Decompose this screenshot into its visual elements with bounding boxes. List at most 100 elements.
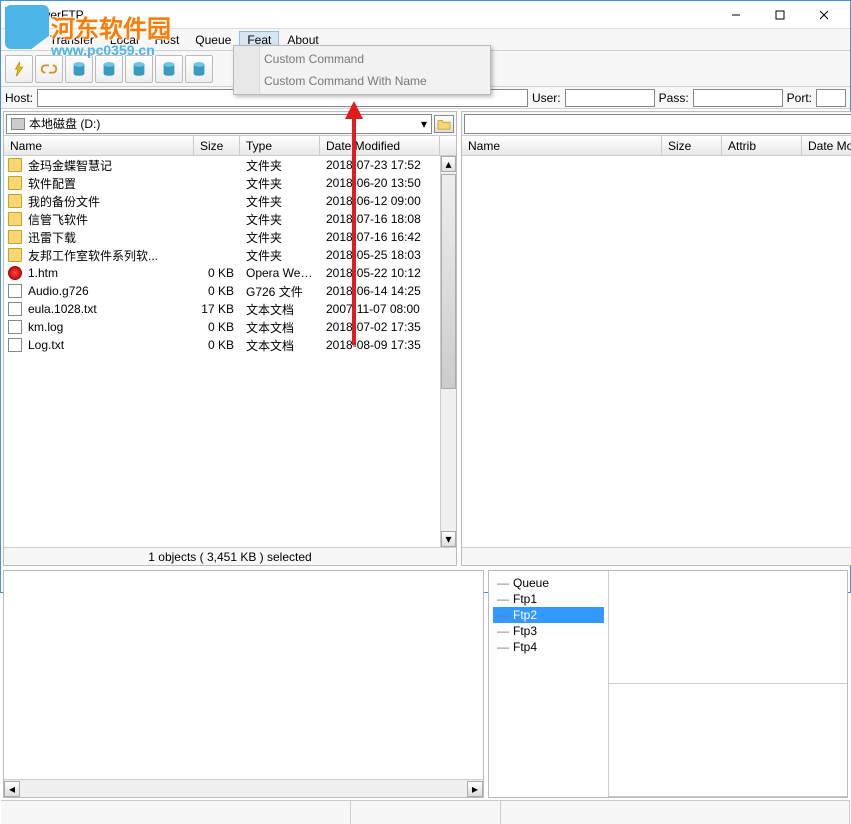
table-row[interactable]: km.log0 KB文本文档2018-07-02 17:35 [4,318,440,336]
remote-col-attrib[interactable]: Attrib [722,136,802,155]
scroll-up-icon[interactable]: ▴ [441,156,456,172]
table-row[interactable]: 软件配置文件夹2018-06-20 13:50 [4,174,440,192]
folder-icon [8,194,22,208]
menu-custom-command[interactable]: Custom Command [236,48,488,70]
log-pane: ◂ ▸ [3,570,484,798]
local-col-date[interactable]: Date Modified [320,136,440,155]
cell-type: G726 文件 [240,283,320,300]
cell-date: 2018-07-16 18:08 [320,212,440,226]
port-input[interactable] [816,89,846,107]
menu-local[interactable]: Local [102,31,147,49]
cell-type: 文件夹 [240,247,320,264]
table-row[interactable]: 友邦工作室软件系列软...文件夹2018-05-25 18:03 [4,246,440,264]
queue-detail-bottom[interactable] [609,684,847,797]
toolbar-db5[interactable] [185,55,213,83]
table-row[interactable]: 迅雷下载文件夹2018-07-16 16:42 [4,228,440,246]
cell-name: eula.1028.txt [22,302,194,316]
toolbar-db4[interactable] [155,55,183,83]
user-label: User: [532,91,561,105]
folder-icon [8,248,22,262]
minimize-button[interactable] [714,3,758,27]
log-hscroll[interactable]: ◂ ▸ [4,779,483,797]
menu-queue[interactable]: Queue [187,31,239,49]
table-row[interactable]: 信管飞软件 文件夹2018-07-16 18:08 [4,210,440,228]
local-pane: 本地磁盘 (D:) ▾ Name Size Type Date Modified… [3,111,457,566]
queue-item[interactable]: —Ftp2 [493,607,604,623]
scroll-right-icon[interactable]: ▸ [467,781,483,797]
folder-icon [8,176,22,190]
scroll-down-icon[interactable]: ▾ [441,531,456,547]
queue-pane: —Queue—Ftp1—Ftp2—Ftp3—Ftp4 [488,570,848,798]
table-row[interactable]: 金玛金蝶智慧记文件夹2018-07-23 17:52 [4,156,440,174]
table-row[interactable]: Audio.g7260 KBG726 文件2018-06-14 14:25 [4,282,440,300]
queue-detail-top[interactable] [609,571,847,684]
local-path-selector[interactable]: 本地磁盘 (D:) ▾ [6,114,432,134]
table-row[interactable]: 我的备份文件文件夹2018-06-12 09:00 [4,192,440,210]
menu-site[interactable]: Site [5,31,42,49]
local-col-type[interactable]: Type [240,136,320,155]
scroll-left-icon[interactable]: ◂ [4,781,20,797]
table-row[interactable]: eula.1028.txt17 KB文本文档2007-11-07 08:00 [4,300,440,318]
cell-size: 0 KB [194,266,240,280]
log-text[interactable] [4,571,483,779]
cell-name: Log.txt [22,338,194,352]
folder-icon [8,230,22,244]
app-statusbar [1,800,850,824]
folder-icon [8,212,22,226]
cell-type: 文件夹 [240,211,320,228]
cell-name: 友邦工作室软件系列软... [22,247,194,264]
toolbar-db3[interactable] [125,55,153,83]
cell-name: 软件配置 [22,175,194,192]
cell-size: 17 KB [194,302,240,316]
cell-name: 信管飞软件 [22,211,194,228]
file-icon [8,266,22,280]
user-input[interactable] [565,89,655,107]
menu-custom-command-with-name[interactable]: Custom Command With Name [236,70,488,92]
cell-type: 文本文档 [240,337,320,354]
menu-host[interactable]: Host [147,31,188,49]
remote-path-selector[interactable]: ▾ [464,114,851,134]
file-icon [8,302,22,316]
chevron-down-icon[interactable]: ▾ [421,117,427,131]
table-row[interactable]: Log.txt0 KB文本文档2018-08-09 17:35 [4,336,440,354]
cell-type: 文件夹 [240,229,320,246]
maximize-button[interactable] [758,3,802,27]
remote-file-list[interactable] [462,156,851,547]
toolbar-db1[interactable] [65,55,93,83]
queue-item[interactable]: —Ftp1 [493,591,604,607]
queue-item[interactable]: —Queue [493,575,604,591]
table-row[interactable]: 1.htm0 KBOpera Web ...2018-05-22 10:12 [4,264,440,282]
local-path-text: 本地磁盘 (D:) [29,115,100,132]
local-list-header: Name Size Type Date Modified [4,136,456,156]
pass-input[interactable] [693,89,783,107]
remote-col-date[interactable]: Date Modified [802,136,851,155]
menu-transfer[interactable]: Transfer [42,31,102,49]
queue-item[interactable]: —Ftp3 [493,623,604,639]
toolbar-db2[interactable] [95,55,123,83]
cell-type: 文本文档 [240,301,320,318]
remote-col-name[interactable]: Name [462,136,662,155]
remote-path-row: ▾ [462,112,851,136]
close-button[interactable] [802,3,846,27]
remote-col-size[interactable]: Size [662,136,722,155]
local-scrollbar[interactable]: ▴ ▾ [440,156,456,547]
local-file-list[interactable]: 金玛金蝶智慧记文件夹2018-07-23 17:52软件配置文件夹2018-06… [4,156,456,547]
cell-type: 文本文档 [240,319,320,336]
status-seg-2 [351,801,501,824]
toolbar-disconnect[interactable] [35,55,63,83]
queue-tree[interactable]: —Queue—Ftp1—Ftp2—Ftp3—Ftp4 [489,571,609,797]
local-col-size[interactable]: Size [194,136,240,155]
cell-name: 我的备份文件 [22,193,194,210]
remote-pane: ▾ Name Size Attrib Date Modified [461,111,851,566]
queue-item[interactable]: —Ftp4 [493,639,604,655]
feat-dropdown: Custom Command Custom Command With Name [233,45,491,95]
local-browse-button[interactable] [434,115,454,133]
local-col-name[interactable]: Name [4,136,194,155]
cell-date: 2018-07-23 17:52 [320,158,440,172]
cell-name: 金玛金蝶智慧记 [22,157,194,174]
toolbar-lightning[interactable] [5,55,33,83]
titlebar: PowerFTP [1,1,850,29]
cell-size: 0 KB [194,338,240,352]
cell-name: Audio.g726 [22,284,194,298]
file-icon [8,320,22,334]
